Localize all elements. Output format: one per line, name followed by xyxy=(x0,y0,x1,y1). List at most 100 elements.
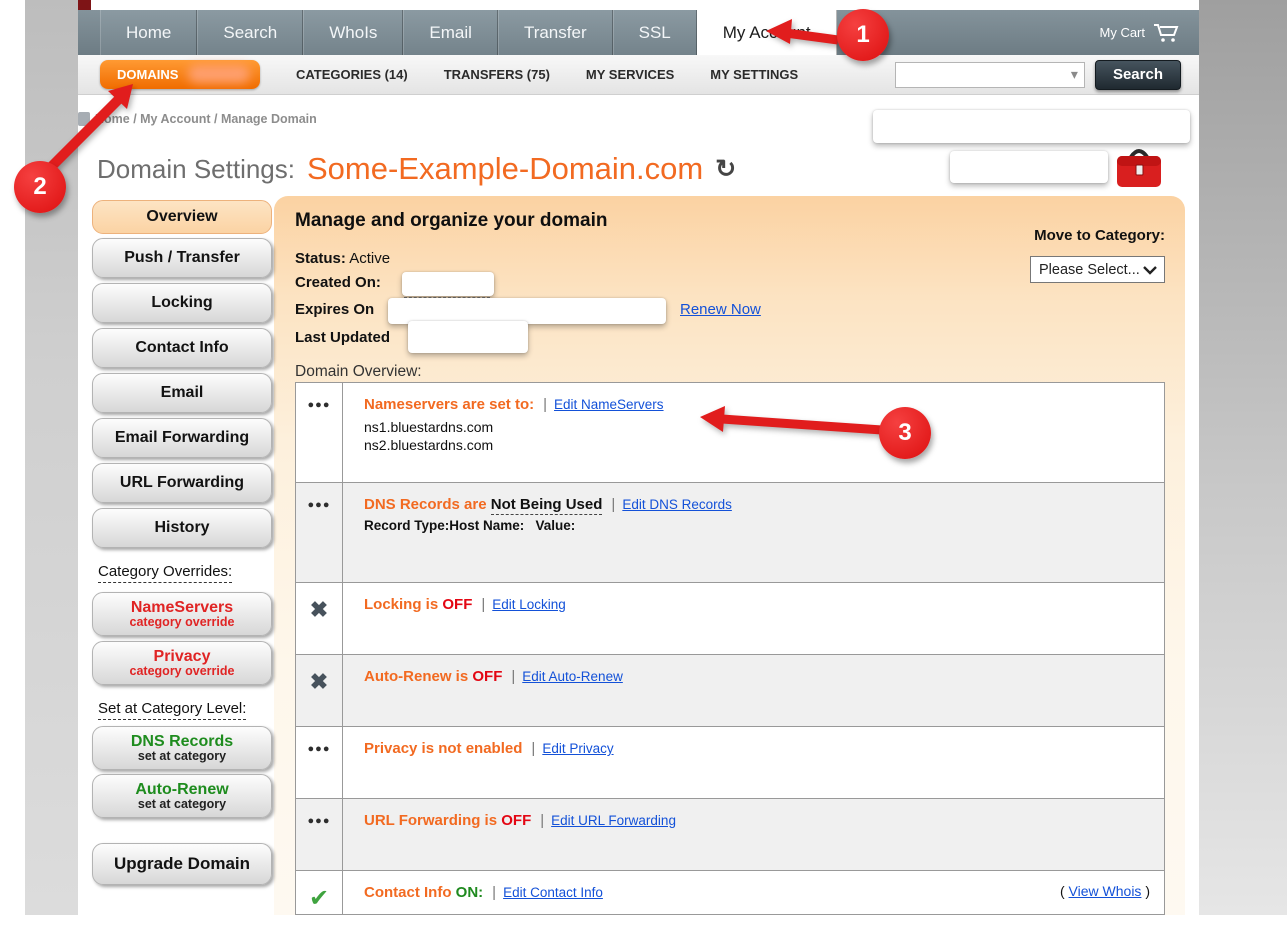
set-at-category-heading: Set at Category Level: xyxy=(98,700,246,717)
subnav-item-categories[interactable]: CATEGORIES (14) xyxy=(296,67,408,82)
cart-icon xyxy=(1153,23,1179,43)
domain-name: Some-Example-Domain.com xyxy=(307,151,703,187)
sidebar-item-auto-renew-category[interactable]: Auto-Renew set at category xyxy=(92,774,272,818)
created-line: Created On: xyxy=(295,274,381,291)
top-navigation: Home Search WhoIs Email Transfer SSL My … xyxy=(78,10,1199,55)
status-label: Status: xyxy=(295,250,346,267)
search-input[interactable] xyxy=(896,63,1062,87)
sidebar-item-label: Email Forwarding xyxy=(115,429,249,447)
main-heading: Manage and organize your domain xyxy=(295,210,608,232)
logo-sliver xyxy=(78,0,91,10)
sidebar-item-label: Overview xyxy=(146,208,217,226)
record-headers: Record Type:Host Name: Value: xyxy=(364,518,1146,533)
move-to-category-select[interactable]: Please Select... xyxy=(1030,256,1165,283)
view-whois-link[interactable]: View Whois xyxy=(1069,883,1142,899)
tab-home[interactable]: Home xyxy=(100,10,197,55)
edit-url-forwarding-link[interactable]: Edit URL Forwarding xyxy=(551,813,676,828)
tab-whois[interactable]: WhoIs xyxy=(303,10,403,55)
override-subtitle: category override xyxy=(130,615,235,629)
subnav-item-domains[interactable]: DOMAINS xyxy=(100,60,260,89)
right-gutter xyxy=(1199,0,1287,915)
sidebar-item-label: Contact Info xyxy=(135,339,228,357)
domain-overview-label: Domain Overview: xyxy=(295,363,422,381)
sidebar-item-label: Email xyxy=(161,384,204,402)
annotation-circle-1: 1 xyxy=(837,9,889,61)
sidebar-item-label: Locking xyxy=(151,294,212,312)
sidebar-item-nameservers-override[interactable]: NameServers category override xyxy=(92,592,272,636)
tab-email[interactable]: Email xyxy=(403,10,498,55)
dots-icon: ●●● xyxy=(296,383,343,482)
tab-ssl[interactable]: SSL xyxy=(613,10,697,55)
screen: Home Search WhoIs Email Transfer SSL My … xyxy=(0,0,1287,931)
row-auto-renew: ✖ Auto-Renew is OFF|Edit Auto-Renew xyxy=(296,655,1164,727)
row-title: Locking is xyxy=(364,596,438,613)
refresh-icon[interactable]: ↻ xyxy=(715,154,736,184)
dots-icon: ●●● xyxy=(296,799,343,870)
dots-icon: ●●● xyxy=(296,483,343,582)
row-nameservers: ●●● Nameservers are set to:|Edit NameSer… xyxy=(296,383,1164,483)
tab-search[interactable]: Search xyxy=(197,10,303,55)
sub-navigation: DOMAINS CATEGORIES (14) TRANSFERS (75) M… xyxy=(78,55,1199,95)
combo-dropdown-arrow-icon[interactable]: ▾ xyxy=(1071,66,1078,83)
row-contact-info: ✔ Contact Info ON:|Edit Contact Info ( V… xyxy=(296,871,1164,914)
contact-info-state: ON: xyxy=(456,884,484,901)
nameserver-1: ns1.bluestardns.com xyxy=(364,419,1146,435)
sidebar-item-dns-records-category[interactable]: DNS Records set at category xyxy=(92,726,272,770)
redacted-box-top xyxy=(873,110,1190,143)
move-to-category-label: Move to Category: xyxy=(978,227,1165,244)
updated-line: Last Updated xyxy=(295,329,390,346)
sidebar-item-locking[interactable]: Locking xyxy=(92,283,272,323)
left-gutter xyxy=(25,0,78,915)
annotation-circle-2: 2 xyxy=(14,161,66,213)
sidebar-item-push-transfer[interactable]: Push / Transfer xyxy=(92,238,272,278)
sidebar-item-overview[interactable]: Overview xyxy=(92,200,272,234)
tab-my-account[interactable]: My Account xyxy=(697,10,837,55)
select-value: Please Select... xyxy=(1039,262,1140,278)
edit-auto-renew-link[interactable]: Edit Auto-Renew xyxy=(522,669,623,684)
tab-transfer[interactable]: Transfer xyxy=(498,10,613,55)
sidebar-item-privacy-override[interactable]: Privacy category override xyxy=(92,641,272,685)
search-button[interactable]: Search xyxy=(1095,60,1181,90)
sidebar-item-url-forwarding[interactable]: URL Forwarding xyxy=(92,463,272,503)
category-subtitle: set at category xyxy=(138,749,226,763)
upgrade-domain-button[interactable]: Upgrade Domain xyxy=(92,843,272,885)
edit-nameservers-link[interactable]: Edit NameServers xyxy=(554,397,664,412)
sidebar-item-contact-info[interactable]: Contact Info xyxy=(92,328,272,368)
nameserver-2: ns2.bluestardns.com xyxy=(364,437,1146,453)
edit-privacy-link[interactable]: Edit Privacy xyxy=(542,741,613,756)
expires-line: Expires On xyxy=(295,301,374,318)
redacted-box-title xyxy=(950,151,1108,183)
upgrade-domain-label: Upgrade Domain xyxy=(114,854,250,874)
page-title: Domain Settings: Some-Example-Domain.com… xyxy=(97,148,736,190)
toolbox-icon[interactable] xyxy=(1115,143,1163,196)
dots-icon: ●●● xyxy=(296,727,343,798)
sidebar-item-email[interactable]: Email xyxy=(92,373,272,413)
annotation-circle-3: 3 xyxy=(879,407,931,459)
x-icon: ✖ xyxy=(296,583,343,654)
sidebar-item-history[interactable]: History xyxy=(92,508,272,548)
subnav-item-my-services[interactable]: MY SERVICES xyxy=(586,67,674,82)
breadcrumb[interactable]: Home / My Account / Manage Domain xyxy=(95,112,317,126)
redacted-created-date xyxy=(402,272,494,296)
domains-label: DOMAINS xyxy=(117,67,178,82)
annotation-number: 2 xyxy=(33,173,46,201)
search-combobox[interactable]: ▾ xyxy=(895,62,1085,88)
edit-locking-link[interactable]: Edit Locking xyxy=(492,597,566,612)
annotation-number: 3 xyxy=(898,419,911,447)
row-title: URL Forwarding is xyxy=(364,812,497,829)
edit-contact-info-link[interactable]: Edit Contact Info xyxy=(503,885,603,900)
category-overrides-heading: Category Overrides: xyxy=(98,563,232,580)
edit-dns-records-link[interactable]: Edit DNS Records xyxy=(622,497,732,512)
view-whois: ( View Whois ) xyxy=(1060,883,1150,899)
renew-now-link[interactable]: Renew Now xyxy=(680,301,761,318)
category-subtitle: set at category xyxy=(138,797,226,811)
sidebar-item-label: URL Forwarding xyxy=(120,474,244,492)
subnav-item-transfers[interactable]: TRANSFERS (75) xyxy=(444,67,550,82)
sidebar-item-email-forwarding[interactable]: Email Forwarding xyxy=(92,418,272,458)
subnav-item-my-settings[interactable]: MY SETTINGS xyxy=(710,67,798,82)
subnav-search-area: ▾ Search xyxy=(895,60,1199,90)
row-privacy: ●●● Privacy is not enabled|Edit Privacy xyxy=(296,727,1164,799)
my-cart[interactable]: My Cart xyxy=(1100,10,1200,55)
status-line: Status: Active xyxy=(295,250,390,267)
sidebar-item-label: History xyxy=(154,519,209,537)
